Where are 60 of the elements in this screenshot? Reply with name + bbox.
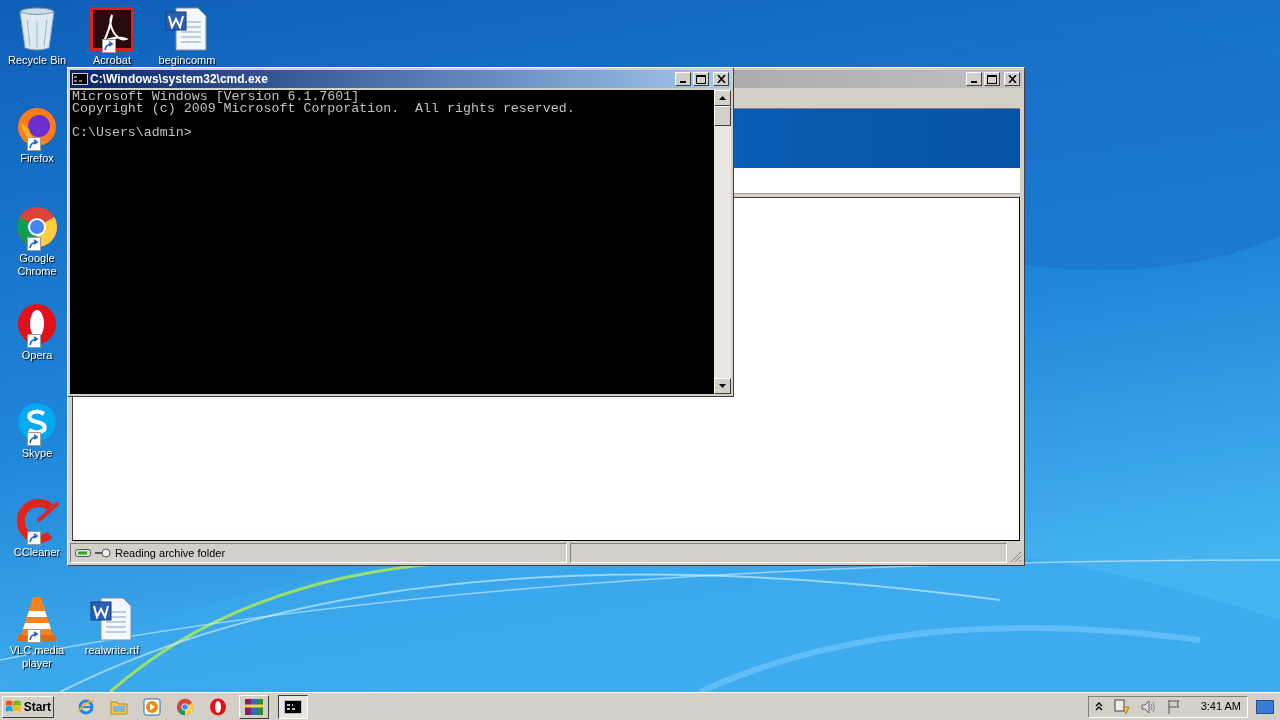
word-icon[interactable] — [164, 6, 210, 52]
minimize-button[interactable] — [675, 72, 691, 86]
speaker-icon[interactable] — [1140, 699, 1157, 714]
close-icon — [716, 75, 726, 83]
books-icon[interactable] — [244, 697, 264, 716]
clock[interactable]: 3:41 AM — [1200, 698, 1241, 715]
start-button[interactable]: Start — [2, 695, 54, 718]
close-button[interactable] — [713, 72, 729, 86]
desktop-icon-label: realwrite.rtf — [84, 644, 140, 657]
shortcut-arrow-icon — [27, 237, 41, 251]
windows-logo-icon — [5, 698, 22, 715]
chevron-up-icon[interactable] — [1094, 702, 1103, 711]
chrome-icon[interactable] — [15, 205, 59, 249]
desktop-icon-label: Recycle Bin — [7, 54, 67, 67]
maximize-button[interactable] — [984, 72, 1000, 86]
show-desktop-icon[interactable] — [1256, 699, 1274, 714]
status-text: Reading archive folder — [115, 545, 226, 561]
recycle-icon[interactable] — [17, 6, 57, 52]
word-icon[interactable] — [89, 596, 135, 642]
drive-icon — [75, 549, 91, 557]
console-icon — [72, 73, 88, 85]
maximize-button[interactable] — [693, 72, 709, 86]
desktop-icon-label: Opera — [21, 349, 53, 362]
shortcut-arrow-icon — [27, 432, 41, 446]
opera-icon[interactable] — [15, 302, 59, 346]
maximize-icon — [696, 74, 706, 84]
close-icon — [1007, 75, 1017, 83]
desktop-icon-label: Firefox — [20, 152, 54, 165]
maximize-icon — [987, 74, 997, 84]
up-arrow-icon — [719, 96, 726, 100]
console-line: C:\Users\admin> — [72, 127, 193, 139]
desktop-icon-label: VLC media player — [8, 644, 66, 670]
scroll-down-button[interactable] — [714, 378, 731, 394]
desktop-icon-label: CCleaner — [13, 546, 61, 559]
ccleaner-icon[interactable] — [14, 499, 60, 543]
window-title: C:\Windows\system32\cmd.exe — [90, 71, 269, 88]
console-icon[interactable] — [284, 699, 302, 714]
shortcut-arrow-icon — [27, 629, 41, 643]
console-line: Microsoft Windows [Version 6.1.7601] — [72, 91, 360, 103]
desktop-icon-label: Skype — [21, 447, 53, 460]
shortcut-arrow-icon — [102, 39, 116, 53]
desktop-icon-label: begincomm — [158, 54, 216, 67]
desktop-icon-label: Google Chrome — [16, 252, 58, 278]
key-icon — [95, 548, 111, 558]
flag-icon[interactable] — [1166, 698, 1181, 715]
close-button[interactable] — [1004, 72, 1020, 86]
scroll-thumb[interactable] — [714, 106, 731, 126]
minimize-button[interactable] — [966, 72, 982, 86]
taskbar-button[interactable] — [278, 694, 308, 719]
shortcut-arrow-icon — [27, 531, 41, 545]
console-line: Copyright (c) 2009 Microsoft Corporation. All rights reserved. — [72, 103, 576, 115]
acrobat-icon[interactable] — [90, 7, 134, 51]
down-arrow-icon — [719, 384, 726, 388]
shortcut-arrow-icon — [27, 334, 41, 348]
resize-grip-icon[interactable] — [1010, 551, 1022, 563]
scroll-up-button[interactable] — [714, 90, 731, 106]
network-warning-icon[interactable] — [1112, 698, 1131, 715]
shortcut-arrow-icon — [27, 137, 41, 151]
desktop-icon-label: Acrobat — [93, 54, 131, 67]
scrollbar[interactable] — [714, 90, 731, 394]
